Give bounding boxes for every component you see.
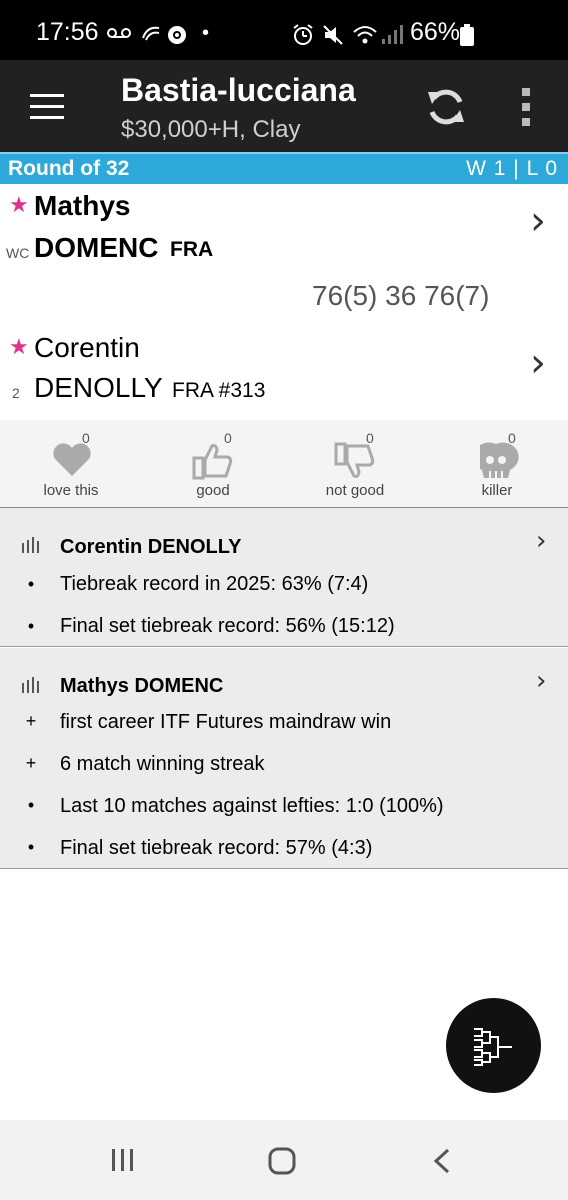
bracket-icon	[474, 1028, 512, 1066]
reaction-good[interactable]: 0 good	[142, 420, 284, 507]
bullet: •	[27, 795, 35, 815]
insight-player-name: Mathys DOMENC	[60, 675, 224, 697]
thumbs-down-icon	[334, 442, 375, 478]
win-loss-record: W 1 | L 0	[466, 157, 558, 180]
bullet: •	[27, 574, 35, 594]
player-last-name: DENOLLY	[34, 372, 163, 403]
player-last-name: DOMENC	[34, 232, 159, 263]
app-bar: Bastia-lucciana $30,000+H, Clay	[0, 60, 568, 152]
thumbs-up-icon	[192, 444, 233, 480]
player-row-1[interactable]: ★ Mathys WC DOMENC FRA ›	[0, 186, 568, 270]
overflow-menu-icon[interactable]	[520, 88, 532, 126]
alarm-icon	[293, 24, 313, 45]
insight-item: Final set tiebreak record: 56% (15:12)	[60, 615, 395, 637]
insight-player-name: Corentin DENOLLY	[60, 536, 242, 558]
player-country: FRA #313	[172, 379, 266, 402]
battery-icon	[460, 24, 474, 46]
reaction-label: love this	[43, 482, 99, 499]
player-first-name: Corentin	[34, 332, 140, 363]
bullet: +	[25, 753, 37, 773]
heart-icon	[53, 443, 91, 476]
round-label: Round of 32	[8, 157, 130, 180]
star-icon: ★	[9, 192, 29, 217]
battery-percentage: 66%	[410, 18, 461, 46]
signal-icon	[382, 25, 403, 44]
insight-item: Last 10 matches against lefties: 1:0 (10…	[60, 795, 444, 817]
reactions-bar: 0 love this 0 good 0 not good 0 killer	[0, 420, 568, 508]
chevron-right-icon[interactable]: ›	[530, 198, 546, 244]
insight-item: Final set tiebreak record: 57% (4:3)	[60, 837, 373, 859]
stats-bars-icon	[22, 677, 39, 693]
player-first-name: Mathys	[34, 190, 131, 221]
insight-panel-denolly[interactable]: Corentin DENOLLY › • Tiebreak record in …	[0, 508, 568, 647]
status-time: 17:56	[36, 18, 99, 46]
app-circle-icon	[168, 26, 186, 44]
player-seed: 2	[12, 385, 20, 401]
status-bar: 17:56 • 66%	[0, 0, 568, 60]
insight-panel-domenc[interactable]: Mathys DOMENC › + first career ITF Futur…	[0, 648, 568, 869]
system-nav-bar	[0, 1120, 568, 1200]
player-row-2[interactable]: ★ Corentin 2 DENOLLY FRA #313 ›	[0, 328, 568, 412]
player-seed: WC	[6, 245, 30, 261]
voicemail-icon	[107, 28, 131, 38]
recent-apps-icon[interactable]	[110, 1148, 136, 1172]
more-notifications-dot: •	[202, 22, 210, 44]
reaction-label: not good	[325, 482, 385, 499]
chevron-right-icon[interactable]: ›	[536, 526, 546, 556]
reaction-label: killer	[481, 482, 513, 499]
app-notification-icon	[142, 26, 160, 41]
reaction-love[interactable]: 0 love this	[0, 420, 142, 507]
round-header: Round of 32 W 1 | L 0	[0, 152, 568, 184]
draw-bracket-button[interactable]	[446, 998, 541, 1093]
wifi-icon	[353, 26, 377, 44]
player-country: FRA	[170, 238, 214, 261]
tournament-subtitle: $30,000+H, Clay	[121, 116, 301, 143]
refresh-icon[interactable]	[426, 86, 466, 128]
hamburger-menu-icon[interactable]	[30, 94, 64, 120]
insight-item: 6 match winning streak	[60, 753, 265, 775]
star-icon: ★	[9, 334, 29, 359]
tournament-title: Bastia-lucciana	[121, 72, 356, 108]
back-icon[interactable]	[432, 1148, 452, 1174]
reaction-not-good[interactable]: 0 not good	[284, 420, 426, 507]
mute-icon	[323, 25, 343, 45]
insight-item: Tiebreak record in 2025: 63% (7:4)	[60, 573, 369, 595]
insight-item: first career ITF Futures maindraw win	[60, 711, 392, 733]
reaction-killer[interactable]: 0 killer	[426, 420, 568, 507]
bullet: •	[27, 837, 35, 857]
bullet: •	[27, 616, 35, 636]
skull-icon	[480, 442, 519, 478]
bullet: +	[25, 711, 37, 731]
chevron-right-icon[interactable]: ›	[536, 666, 546, 696]
reaction-label: good	[196, 482, 230, 499]
stats-bars-icon	[22, 537, 39, 553]
home-icon[interactable]	[268, 1147, 296, 1175]
match-score: 76(5) 36 76(7)	[312, 280, 490, 311]
chevron-right-icon[interactable]: ›	[530, 340, 546, 386]
